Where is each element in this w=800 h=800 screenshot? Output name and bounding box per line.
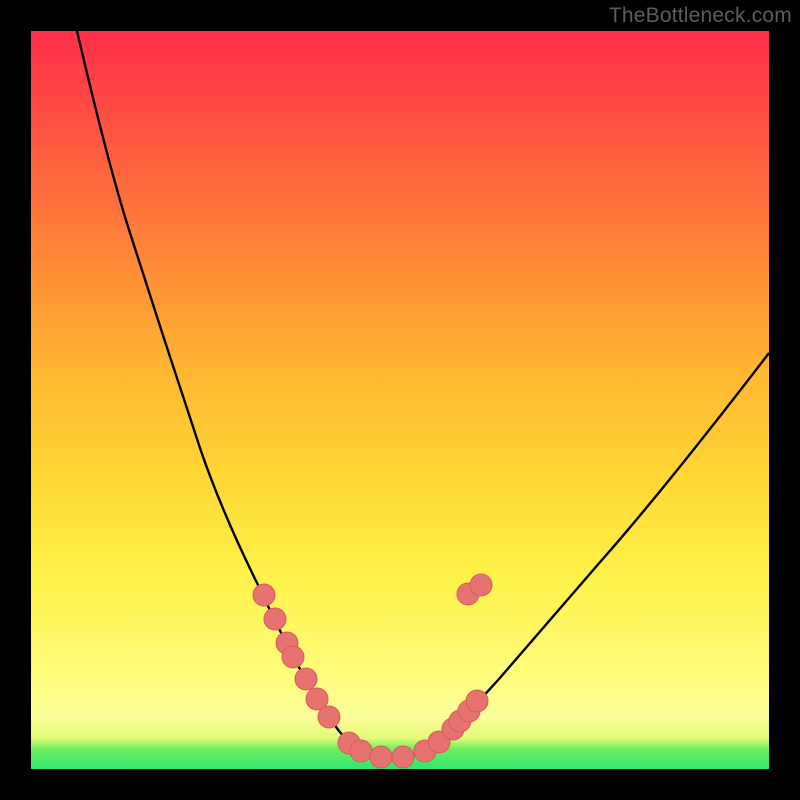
plot-area [31,31,769,769]
data-dot [350,740,372,762]
dot-group [253,574,492,768]
chart-svg [31,31,769,769]
watermark-text: TheBottleneck.com [609,4,792,28]
bottleneck-curve [77,31,769,758]
chart-frame: TheBottleneck.com [0,0,800,800]
data-dot [466,690,488,712]
data-dot [370,746,392,768]
data-dot [295,668,317,690]
data-dot [282,646,304,668]
data-dot [392,746,414,768]
data-dot [253,584,275,606]
data-dot [264,608,286,630]
data-dot [318,706,340,728]
data-dot [470,574,492,596]
